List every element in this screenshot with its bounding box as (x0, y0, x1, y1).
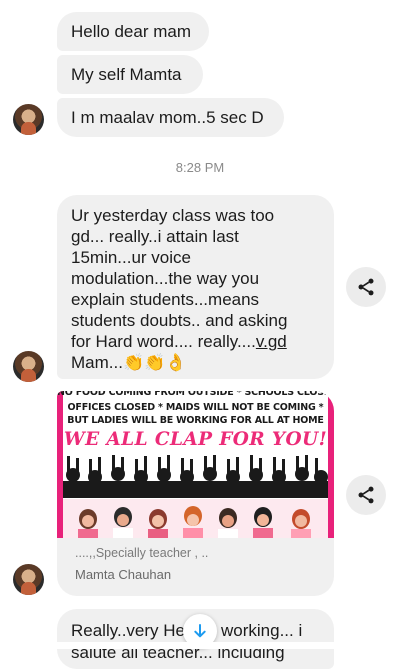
poster-text: BUT LADIES WILL BE WORKING FOR ALL AT HO… (67, 415, 324, 426)
message-text: Hello dear mam (71, 22, 191, 41)
avatar[interactable] (13, 564, 44, 595)
share-icon (358, 278, 374, 296)
poster-headline: WE ALL CLAP FOR YOU! (63, 429, 328, 450)
share-button[interactable] (346, 267, 386, 307)
shared-post-card[interactable]: NO FOOD COMING FROM OUTSIDE * SCHOOLS CL… (57, 391, 334, 596)
underlined-text: v.gd (255, 332, 287, 351)
message-bubble[interactable]: Ur yesterday class was too gd... really.… (57, 195, 334, 379)
message-bubble[interactable]: My self Mamta (57, 55, 203, 94)
screen-edge (0, 642, 400, 649)
post-author[interactable]: Mamta Chauhan (75, 567, 171, 582)
message-text: Ur yesterday class was too gd... really.… (71, 206, 288, 372)
message-text: My self Mamta (71, 65, 182, 84)
message-timestamp: 8:28 PM (175, 160, 225, 175)
poster-text: OFFICES CLOSED * MAIDS WILL NOT BE COMIN… (67, 402, 324, 413)
avatar[interactable] (13, 104, 44, 135)
emoji: 👏👏👌 (122, 353, 187, 372)
arrow-down-icon (194, 624, 206, 638)
women-illustration (63, 499, 328, 538)
crowd-silhouette-illustration (63, 455, 328, 498)
avatar[interactable] (13, 351, 44, 382)
message-bubble[interactable]: Hello dear mam (57, 12, 209, 51)
post-caption: ....,,Specially teacher , .. (75, 546, 209, 560)
share-icon (358, 486, 374, 504)
shared-post-image[interactable]: NO FOOD COMING FROM OUTSIDE * SCHOOLS CL… (57, 391, 334, 538)
message-text: I m maalav mom..5 sec D (71, 108, 264, 127)
poster-text: NO FOOD COMING FROM OUTSIDE * SCHOOLS CL… (57, 391, 334, 398)
share-button[interactable] (346, 475, 386, 515)
message-bubble[interactable]: I m maalav mom..5 sec D (57, 98, 284, 137)
